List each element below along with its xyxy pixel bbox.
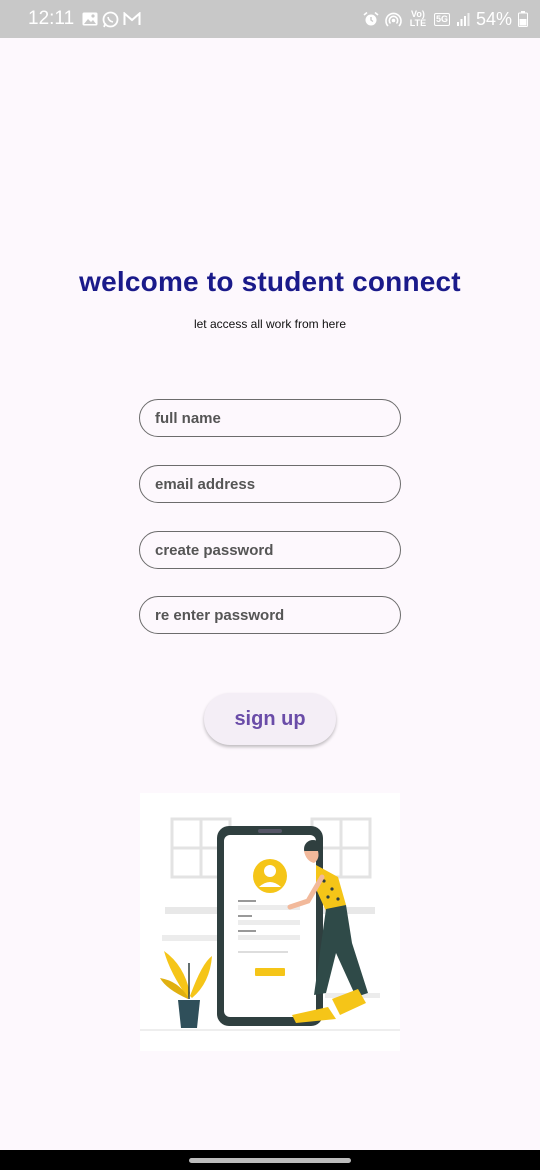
full-name-field[interactable]: full name xyxy=(139,399,401,437)
status-right: Vo) LTE 5G 54% xyxy=(363,9,528,30)
navigation-bar xyxy=(0,1150,540,1170)
home-gesture-handle[interactable] xyxy=(189,1158,351,1163)
image-icon xyxy=(82,12,98,26)
signal-icon xyxy=(456,12,470,26)
sign-up-button[interactable]: sign up xyxy=(204,693,336,745)
notification-icons xyxy=(82,11,141,28)
battery-icon xyxy=(518,11,528,27)
status-bar: 12:11 Vo) LTE 5G 54% xyxy=(0,0,540,38)
page-subtitle: let access all work from here xyxy=(193,317,347,331)
5g-icon: 5G xyxy=(433,12,450,26)
signup-illustration xyxy=(140,793,400,1051)
page-title: welcome to student connect xyxy=(79,266,461,297)
status-time: 12:11 xyxy=(28,8,75,29)
reenter-password-field[interactable]: re enter password xyxy=(139,596,401,634)
hotspot-icon xyxy=(385,11,402,28)
battery-percent: 54% xyxy=(475,8,512,29)
volte-icon: Vo) LTE xyxy=(409,9,427,28)
create-password-field[interactable]: create password xyxy=(139,531,401,569)
email-field[interactable]: email address xyxy=(139,465,401,503)
gmail-icon xyxy=(123,12,141,26)
whatsapp-icon xyxy=(102,11,119,28)
alarm-icon xyxy=(363,11,379,27)
